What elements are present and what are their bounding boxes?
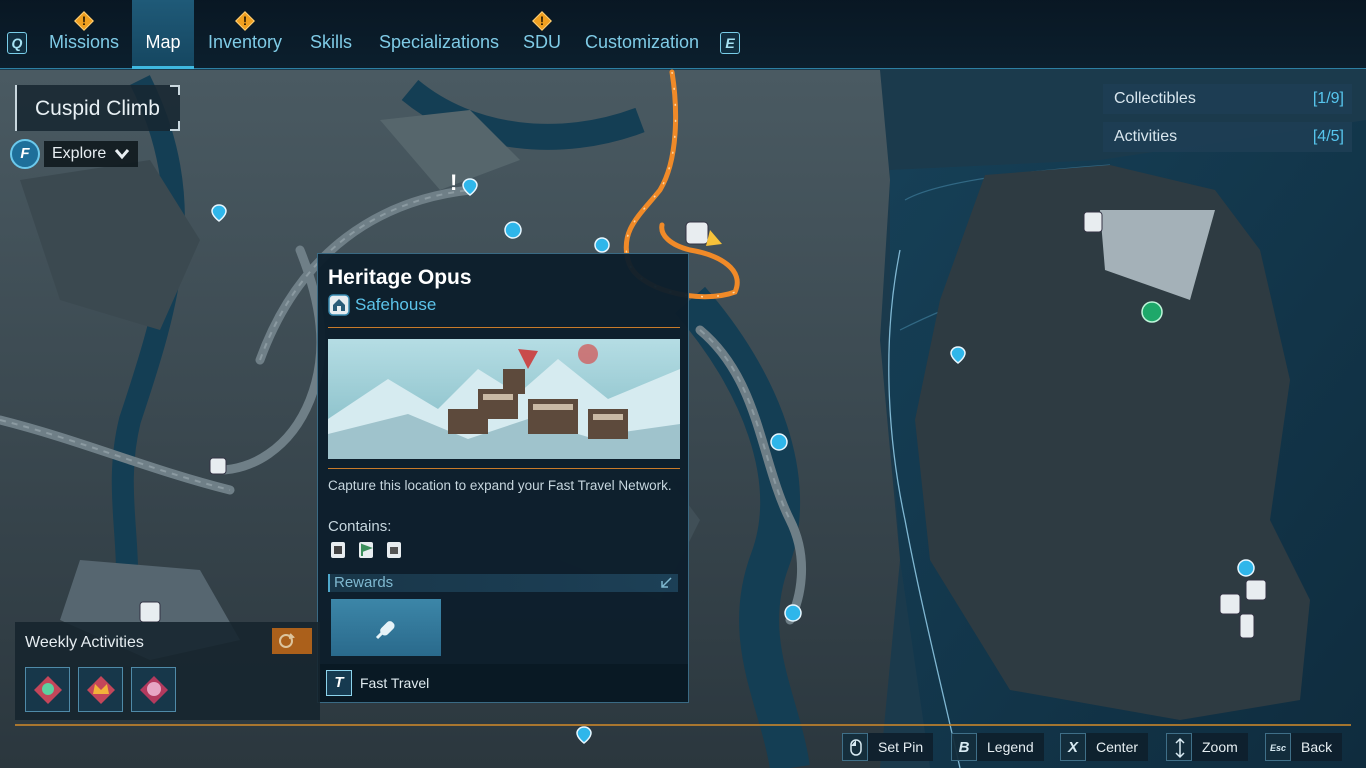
- back-key: Esc: [1265, 733, 1291, 761]
- region-name: Cuspid Climb: [35, 97, 160, 120]
- sdu-alert-icon: !: [532, 11, 552, 31]
- map-filter-dropdown[interactable]: F Explore: [10, 139, 139, 169]
- legend-label: Legend: [977, 733, 1044, 761]
- back-label: Back: [1291, 733, 1343, 761]
- tab-customization[interactable]: Customization: [578, 0, 706, 69]
- safehouse-icon: [331, 542, 345, 558]
- fast-travel-icon: [375, 621, 395, 640]
- weekly-slot-2[interactable]: [78, 667, 123, 712]
- image-divider: [328, 468, 680, 469]
- fast-travel-action[interactable]: T Fast Travel: [318, 664, 688, 702]
- tab-customization-label: Customization: [584, 32, 700, 52]
- collectibles-count: [1/9]: [1312, 90, 1344, 107]
- inventory-alert-icon: !: [235, 11, 255, 31]
- location-info-panel: Heritage Opus Safehouse Capture this loc…: [317, 253, 689, 703]
- hint-back[interactable]: Esc Back: [1265, 733, 1343, 761]
- contains-icons: [330, 541, 402, 559]
- boss-activity-icon: [140, 676, 168, 704]
- tab-specializations[interactable]: Specializations: [372, 0, 506, 69]
- tab-map-label: Map: [145, 32, 181, 52]
- activities-row[interactable]: Activities [4/5]: [1103, 122, 1352, 152]
- chevron-down-icon: [115, 149, 130, 160]
- mouse-wheel-icon: [1166, 733, 1192, 761]
- collectibles-row[interactable]: Collectibles [1/9]: [1103, 84, 1352, 114]
- tab-specializations-label: Specializations: [378, 32, 500, 52]
- filter-key: F: [10, 139, 40, 169]
- fast-travel-label: Fast Travel: [360, 675, 430, 691]
- set-pin-label: Set Pin: [868, 733, 934, 761]
- title-divider: [328, 327, 680, 328]
- weekly-slot-1[interactable]: [25, 667, 70, 712]
- activities-label: Activities: [1114, 128, 1178, 145]
- fast-travel-key: T: [326, 670, 352, 696]
- missions-alert-icon: !: [74, 11, 94, 31]
- control-hints-bar: Set Pin B Legend X Center Zoom Esc Back: [0, 724, 1366, 768]
- weekly-activities-panel: Weekly Activities: [15, 622, 320, 720]
- weekly-slot-3[interactable]: [131, 667, 176, 712]
- hint-center[interactable]: X Center: [1060, 733, 1149, 761]
- tab-map[interactable]: Map: [132, 0, 194, 69]
- activities-count: [4/5]: [1312, 128, 1344, 145]
- skull-activity-icon: [34, 676, 62, 704]
- location-title: Heritage Opus: [328, 266, 472, 289]
- crown-activity-icon: [87, 676, 115, 704]
- tab-sdu-label: SDU: [522, 32, 561, 52]
- weekly-activities-title: Weekly Activities: [25, 634, 144, 651]
- flag-icon: [359, 542, 373, 558]
- refresh-icon: [272, 628, 312, 654]
- collapse-icon[interactable]: [660, 577, 672, 589]
- contains-label: Contains:: [328, 518, 392, 535]
- next-tab-key[interactable]: E: [720, 32, 740, 54]
- collectibles-label: Collectibles: [1114, 90, 1196, 107]
- legend-key: B: [951, 733, 977, 761]
- mouse-left-icon: [842, 733, 868, 761]
- reward-item-fast-travel[interactable]: [331, 599, 441, 656]
- hint-set-pin[interactable]: Set Pin: [842, 733, 934, 761]
- location-preview-image: [328, 339, 680, 459]
- hint-legend[interactable]: B Legend: [951, 733, 1044, 761]
- tab-skills[interactable]: Skills: [300, 0, 362, 69]
- bottom-divider: [15, 724, 1351, 726]
- filter-label: Explore: [52, 145, 107, 162]
- safehouse-icon: [328, 294, 350, 316]
- prev-tab-key[interactable]: Q: [7, 32, 27, 54]
- zoom-label: Zoom: [1192, 733, 1248, 761]
- svg-text:!: !: [450, 170, 457, 195]
- center-label: Center: [1086, 733, 1149, 761]
- location-description: Capture this location to expand your Fas…: [328, 478, 672, 493]
- tab-skills-label: Skills: [309, 32, 352, 52]
- lootbox-icon: [387, 542, 401, 558]
- rewards-header: Rewards: [328, 574, 678, 592]
- hint-zoom[interactable]: Zoom: [1166, 733, 1248, 761]
- tab-missions-label: Missions: [48, 32, 119, 52]
- rewards-label: Rewards: [334, 574, 394, 591]
- center-key: X: [1060, 733, 1086, 761]
- tab-inventory-label: Inventory: [207, 32, 283, 52]
- region-title: Cuspid Climb: [15, 85, 180, 131]
- location-type: Safehouse: [355, 295, 437, 314]
- top-nav-bar: Q Missions ! Map Inventory ! Skills Spec…: [0, 0, 1366, 69]
